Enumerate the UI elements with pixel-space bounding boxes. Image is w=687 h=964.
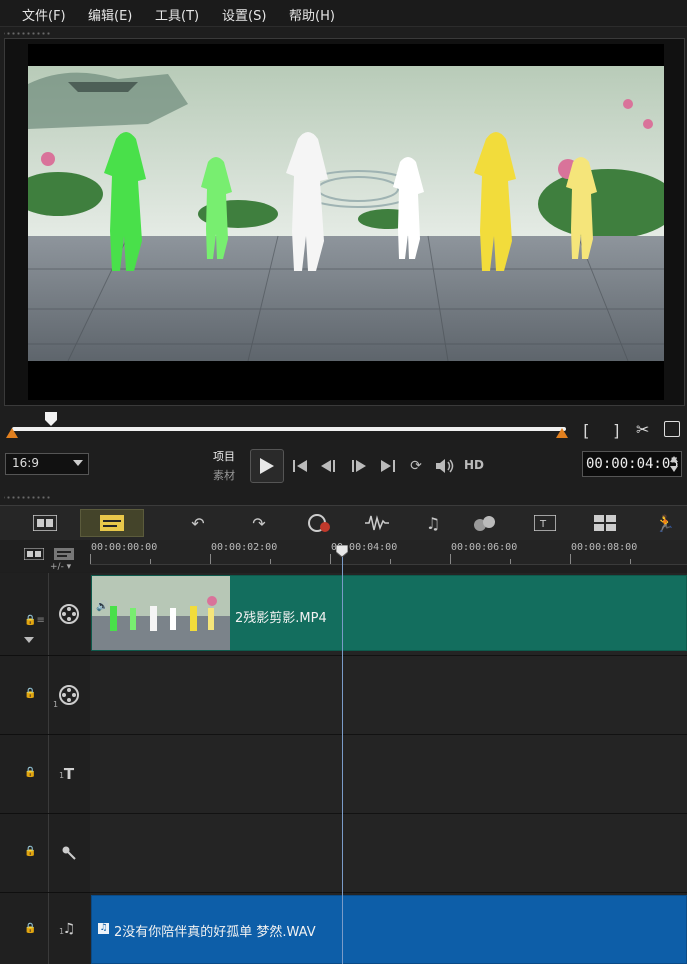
- title-track[interactable]: [90, 735, 687, 814]
- menu-tools[interactable]: 工具(T): [155, 5, 199, 24]
- ruler-tick: 00:00:02:00: [211, 542, 278, 553]
- enlarge-preview-icon[interactable]: [664, 421, 680, 437]
- lock-icon[interactable]: 🔒: [24, 767, 36, 778]
- play-button[interactable]: [250, 449, 284, 483]
- video-clip-label: 2残影剪影.MP4: [235, 611, 327, 626]
- redo-icon[interactable]: ↷: [242, 509, 276, 537]
- preview-panel: [4, 38, 685, 406]
- play-icon: [260, 458, 274, 474]
- ruler-tick: 00:00:06:00: [451, 542, 518, 553]
- repeat-icon[interactable]: ⟳: [405, 456, 427, 476]
- show-all-tracks-icon[interactable]: [23, 545, 45, 564]
- playhead-handle[interactable]: [335, 542, 349, 558]
- subtitle-editor-icon[interactable]: T: [528, 509, 562, 537]
- ripple-edit-lock-icon[interactable]: 🔒≡: [24, 615, 45, 626]
- menu-help[interactable]: 帮助(H): [289, 5, 335, 24]
- video-clip-thumbnail: 🔊: [92, 576, 230, 650]
- overlay-track[interactable]: [90, 656, 687, 735]
- menu-settings[interactable]: 设置(S): [222, 5, 266, 24]
- lock-icon[interactable]: 🔒: [24, 846, 36, 857]
- overlay-track-header: 🔒 1: [0, 656, 90, 735]
- mark-out-handle[interactable]: [556, 428, 568, 438]
- music-note-icon: ♫: [98, 923, 109, 934]
- title-track-header: 🔒 1 T: [0, 735, 90, 814]
- menu-edit[interactable]: 编辑(E): [88, 5, 132, 24]
- undo-icon[interactable]: ↶: [181, 509, 215, 537]
- lock-icon[interactable]: 🔒: [24, 688, 36, 699]
- overlay-track-icon[interactable]: 1: [48, 656, 89, 734]
- motion-tracking-icon[interactable]: [468, 509, 502, 537]
- timeline-toolbar: ↶ ↷ ♫ T 🏃: [0, 505, 687, 541]
- mode-project-toggle[interactable]: 项目: [213, 448, 235, 464]
- time-remapping-icon[interactable]: 🏃: [648, 509, 682, 537]
- video-track-icon[interactable]: [48, 573, 89, 655]
- ruler-tick: 00:00:00:00: [91, 542, 158, 553]
- svg-text:T: T: [539, 519, 547, 530]
- microphone-icon[interactable]: [48, 814, 89, 892]
- scrub-thumb[interactable]: [44, 411, 57, 426]
- chevron-down-icon: [73, 460, 83, 466]
- voice-track[interactable]: [90, 814, 687, 893]
- auto-music-icon[interactable]: ♫: [416, 509, 450, 537]
- hd-preview-button[interactable]: HD: [464, 458, 484, 472]
- audio-clip-label: 2没有你陪伴真的好孤单 梦然.WAV: [114, 925, 316, 940]
- zoom-dropdown-icon[interactable]: +/- ▾: [50, 562, 71, 572]
- aspect-ratio-select[interactable]: 16:9: [5, 453, 89, 475]
- video-track[interactable]: 🔊 2残影剪影.MP4: [90, 573, 687, 656]
- title-track-icon[interactable]: 1 T: [48, 735, 89, 813]
- timeline-view-icon[interactable]: [80, 509, 144, 537]
- mark-in-button[interactable]: [: [581, 421, 591, 440]
- multi-camera-editor-icon[interactable]: [588, 509, 622, 537]
- track-manager-header: +/- ▾: [0, 540, 90, 572]
- next-frame-icon[interactable]: [347, 456, 369, 476]
- go-to-start-icon[interactable]: [289, 456, 311, 476]
- video-frame-image: [28, 44, 664, 400]
- previous-frame-icon[interactable]: [318, 456, 340, 476]
- mode-clip-toggle[interactable]: 素材: [213, 467, 235, 483]
- lock-icon[interactable]: 🔒: [24, 923, 36, 934]
- mark-out-button[interactable]: ]: [612, 421, 622, 440]
- menu-file[interactable]: 文件(F): [22, 5, 66, 24]
- chevron-down-icon[interactable]: [24, 637, 34, 643]
- music-track-header: 🔒 1 ♫: [0, 893, 90, 964]
- panel-grip-timeline[interactable]: [4, 494, 52, 500]
- sound-mixer-icon[interactable]: [360, 509, 394, 537]
- time-ruler[interactable]: 00:00:00:00 00:00:02:00 00:00:04:00 00:0…: [90, 540, 687, 565]
- music-track[interactable]: ♫ 2没有你陪伴真的好孤单 梦然.WAV: [90, 893, 687, 964]
- timecode-up-icon[interactable]: [670, 456, 678, 462]
- timecode-field[interactable]: 00:00:04:05: [582, 451, 682, 477]
- mark-in-handle[interactable]: [6, 428, 18, 438]
- record-capture-icon[interactable]: [302, 509, 336, 537]
- scissors-icon[interactable]: ✂: [636, 420, 649, 439]
- speaker-icon: 🔊: [96, 601, 109, 612]
- music-track-icon[interactable]: 1 ♫: [48, 893, 89, 964]
- volume-icon[interactable]: [434, 456, 456, 476]
- audio-clip[interactable]: ♫ 2没有你陪伴真的好孤单 梦然.WAV: [91, 895, 687, 964]
- scrub-bar[interactable]: [12, 427, 566, 431]
- go-to-end-icon[interactable]: [377, 456, 399, 476]
- voice-track-header: 🔒: [0, 814, 90, 893]
- ruler-tick: 00:00:08:00: [571, 542, 638, 553]
- menu-bar: 文件(F) 编辑(E) 工具(T) 设置(S) 帮助(H): [0, 0, 687, 27]
- timeline-playhead[interactable]: [342, 548, 343, 964]
- video-track-header: 🔒≡: [0, 573, 90, 656]
- storyboard-view-icon[interactable]: [28, 509, 62, 537]
- timecode-down-icon[interactable]: [670, 466, 678, 472]
- video-clip[interactable]: 🔊 2残影剪影.MP4: [91, 575, 687, 651]
- preview-video-frame: [28, 44, 664, 400]
- panel-grip[interactable]: [4, 30, 52, 36]
